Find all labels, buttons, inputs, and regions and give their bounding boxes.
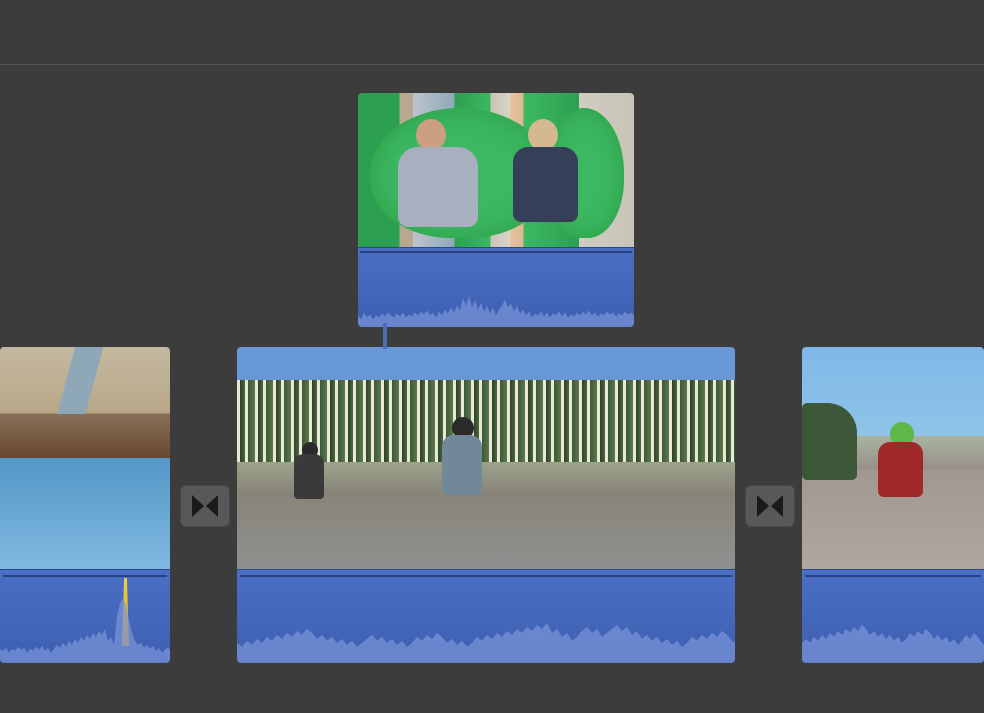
thumbnail-figure bbox=[292, 442, 327, 522]
thumbnail-figure bbox=[513, 119, 573, 247]
transition-icon bbox=[190, 493, 220, 519]
audio-waveform bbox=[0, 593, 170, 663]
clip-audio-track[interactable] bbox=[0, 569, 170, 663]
timeline-clip-1[interactable] bbox=[0, 347, 170, 663]
clip-audio-track[interactable] bbox=[802, 569, 984, 663]
audio-waveform bbox=[802, 593, 984, 663]
transition-cross-dissolve-1[interactable] bbox=[180, 485, 230, 527]
transition-cross-dissolve-2[interactable] bbox=[745, 485, 795, 527]
overlay-audio-track[interactable] bbox=[358, 247, 634, 327]
toolbar-area bbox=[0, 0, 984, 65]
overlay-clip-green-screen[interactable] bbox=[358, 93, 634, 327]
audio-waveform bbox=[237, 593, 735, 663]
clip-thumbnail bbox=[0, 347, 170, 569]
overlay-thumbnail bbox=[358, 93, 634, 247]
clip-thumbnail bbox=[237, 347, 735, 569]
primary-storyline bbox=[0, 347, 984, 665]
clip-audio-track[interactable] bbox=[237, 569, 735, 663]
clip-thumbnail bbox=[802, 347, 984, 569]
thumbnail-figure bbox=[872, 422, 927, 532]
thumbnail-figure bbox=[398, 119, 463, 247]
audio-waveform bbox=[358, 268, 634, 327]
timeline-clip-2[interactable] bbox=[237, 347, 735, 663]
timeline-clip-3[interactable] bbox=[802, 347, 984, 663]
transition-icon bbox=[755, 493, 785, 519]
timeline-area[interactable] bbox=[0, 65, 984, 713]
clip-connection-indicator bbox=[383, 323, 387, 349]
thumbnail-figure bbox=[437, 417, 487, 527]
